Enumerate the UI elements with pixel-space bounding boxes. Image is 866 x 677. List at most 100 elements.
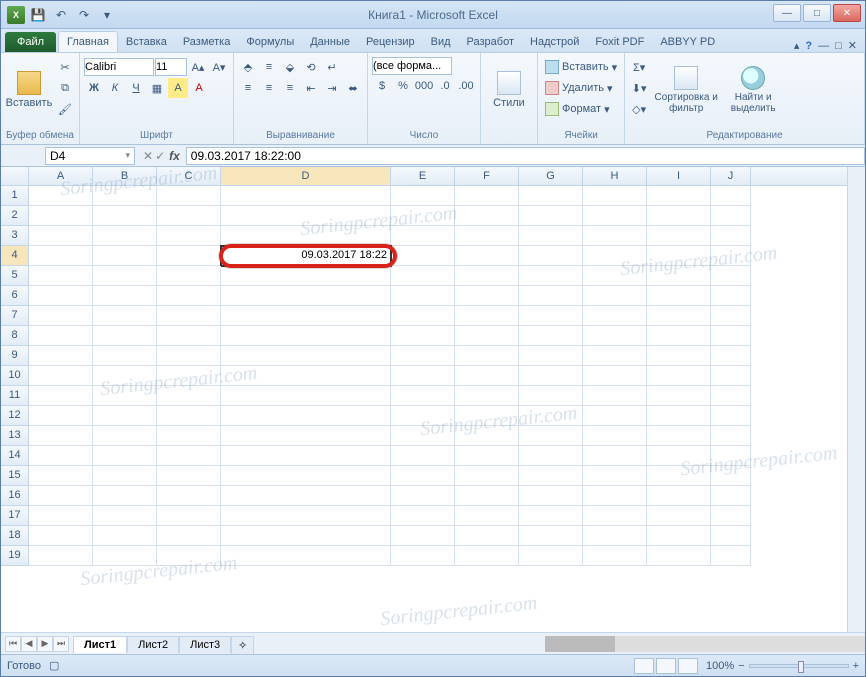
cell-E9[interactable]: [391, 346, 455, 366]
bold-button[interactable]: Ж: [84, 78, 104, 98]
cell-J8[interactable]: [711, 326, 751, 346]
decrease-indent-button[interactable]: ⇤: [301, 78, 321, 98]
row-header-5[interactable]: 5: [1, 266, 29, 286]
row-header-14[interactable]: 14: [1, 446, 29, 466]
cell-H13[interactable]: [583, 426, 647, 446]
format-painter-button[interactable]: 🖌: [55, 99, 75, 119]
cell-B13[interactable]: [93, 426, 157, 446]
undo-button[interactable]: ↶: [51, 5, 71, 25]
cell-E8[interactable]: [391, 326, 455, 346]
tab-foxit[interactable]: Foxit PDF: [587, 32, 652, 52]
row-header-15[interactable]: 15: [1, 466, 29, 486]
cell-G17[interactable]: [519, 506, 583, 526]
cell-J2[interactable]: [711, 206, 751, 226]
cell-C9[interactable]: [157, 346, 221, 366]
doc-minimize-icon[interactable]: —: [818, 40, 829, 52]
insert-cells-button[interactable]: Вставить▾: [542, 57, 620, 77]
cell-A9[interactable]: [29, 346, 93, 366]
cell-E5[interactable]: [391, 266, 455, 286]
cell-D4[interactable]: 09.03.2017 18:22: [221, 246, 391, 266]
cell-I4[interactable]: [647, 246, 711, 266]
cell-J18[interactable]: [711, 526, 751, 546]
cell-H19[interactable]: [583, 546, 647, 566]
cell-I1[interactable]: [647, 186, 711, 206]
row-header-16[interactable]: 16: [1, 486, 29, 506]
align-right-button[interactable]: ≡: [280, 78, 300, 98]
tab-addins[interactable]: Надстрой: [522, 32, 587, 52]
cell-C16[interactable]: [157, 486, 221, 506]
cell-A16[interactable]: [29, 486, 93, 506]
cell-H16[interactable]: [583, 486, 647, 506]
new-sheet-button[interactable]: ✧: [231, 636, 254, 654]
wrap-text-button[interactable]: ↵: [322, 57, 342, 77]
cell-H5[interactable]: [583, 266, 647, 286]
cell-F12[interactable]: [455, 406, 519, 426]
column-header-I[interactable]: I: [647, 167, 711, 185]
view-page-layout-button[interactable]: [656, 658, 676, 674]
cell-J4[interactable]: [711, 246, 751, 266]
cell-F3[interactable]: [455, 226, 519, 246]
vertical-scrollbar[interactable]: [847, 167, 865, 632]
close-button[interactable]: ✕: [833, 4, 861, 22]
cell-H8[interactable]: [583, 326, 647, 346]
cell-F14[interactable]: [455, 446, 519, 466]
cell-I16[interactable]: [647, 486, 711, 506]
cell-F1[interactable]: [455, 186, 519, 206]
cell-G15[interactable]: [519, 466, 583, 486]
cell-J3[interactable]: [711, 226, 751, 246]
cell-E18[interactable]: [391, 526, 455, 546]
align-left-button[interactable]: ≡: [238, 78, 258, 98]
increase-decimal-button[interactable]: .0: [435, 76, 455, 96]
tab-home[interactable]: Главная: [58, 31, 118, 52]
cell-E4[interactable]: [391, 246, 455, 266]
cell-C3[interactable]: [157, 226, 221, 246]
font-size-select[interactable]: [155, 58, 187, 76]
format-cells-button[interactable]: Формат▾: [542, 99, 620, 119]
cell-E2[interactable]: [391, 206, 455, 226]
cell-H6[interactable]: [583, 286, 647, 306]
cell-G5[interactable]: [519, 266, 583, 286]
merge-button[interactable]: ⬌: [343, 78, 363, 98]
fx-icon[interactable]: fx: [169, 149, 186, 163]
cell-B15[interactable]: [93, 466, 157, 486]
cell-E17[interactable]: [391, 506, 455, 526]
cell-I3[interactable]: [647, 226, 711, 246]
row-header-9[interactable]: 9: [1, 346, 29, 366]
cell-I10[interactable]: [647, 366, 711, 386]
cell-I7[interactable]: [647, 306, 711, 326]
cell-G2[interactable]: [519, 206, 583, 226]
column-header-H[interactable]: H: [583, 167, 647, 185]
cell-D2[interactable]: [221, 206, 391, 226]
cell-D17[interactable]: [221, 506, 391, 526]
cell-G12[interactable]: [519, 406, 583, 426]
cell-H1[interactable]: [583, 186, 647, 206]
italic-button[interactable]: К: [105, 78, 125, 98]
cell-I5[interactable]: [647, 266, 711, 286]
cell-D5[interactable]: [221, 266, 391, 286]
cell-A15[interactable]: [29, 466, 93, 486]
cell-G6[interactable]: [519, 286, 583, 306]
cell-F19[interactable]: [455, 546, 519, 566]
cell-B11[interactable]: [93, 386, 157, 406]
cell-H11[interactable]: [583, 386, 647, 406]
cell-I13[interactable]: [647, 426, 711, 446]
cell-I19[interactable]: [647, 546, 711, 566]
minimize-button[interactable]: —: [773, 4, 801, 22]
row-header-2[interactable]: 2: [1, 206, 29, 226]
cell-B6[interactable]: [93, 286, 157, 306]
cell-E15[interactable]: [391, 466, 455, 486]
view-page-break-button[interactable]: [678, 658, 698, 674]
cell-J15[interactable]: [711, 466, 751, 486]
fill-color-button[interactable]: A: [168, 78, 188, 98]
cell-A7[interactable]: [29, 306, 93, 326]
redo-button[interactable]: ↷: [74, 5, 94, 25]
cell-J7[interactable]: [711, 306, 751, 326]
cell-G16[interactable]: [519, 486, 583, 506]
file-tab[interactable]: Файл: [5, 32, 56, 52]
cell-J19[interactable]: [711, 546, 751, 566]
cell-G18[interactable]: [519, 526, 583, 546]
tab-layout[interactable]: Разметка: [175, 32, 239, 52]
column-header-F[interactable]: F: [455, 167, 519, 185]
increase-indent-button[interactable]: ⇥: [322, 78, 342, 98]
cell-A1[interactable]: [29, 186, 93, 206]
